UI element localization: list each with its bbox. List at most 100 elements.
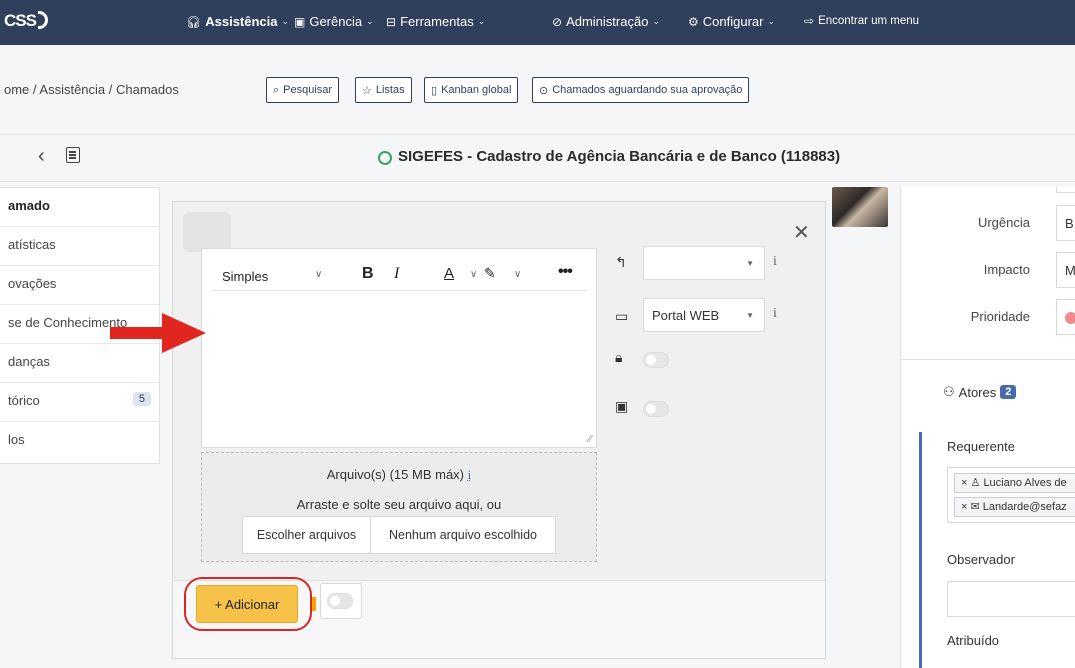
more-options-button[interactable]: ••• [558,263,573,281]
logo-arc-icon [38,11,48,29]
impact-label: Impacto [983,262,1030,277]
save-icon: ▣ [615,398,629,414]
user-icon: ♙ [970,477,981,489]
resize-handle-icon[interactable]: ⁄⁄ [589,434,592,445]
highlight-pen-icon[interactable]: ✎ [484,265,496,282]
requester-field[interactable]: × ♙ Luciano Alves de × ✉ Landarde@sefaz [947,467,1075,523]
caret-down-icon: ▼ [746,259,754,268]
bold-button[interactable]: B [362,265,374,283]
gear-icon: ⚙︎ [688,14,699,29]
breadcrumb-row: ome / Assistência / Chamados ⌕ Pesquisar… [0,77,1075,103]
tab-aprovacoes[interactable]: ovações [0,266,159,305]
request-source-select[interactable]: Portal WEB ▼ [643,298,765,332]
awaiting-approval-label: Chamados aguardando sua aprovação [552,84,743,96]
assigned-label: Atribuído [947,633,1000,648]
lists-button[interactable]: ☆ Listas [355,77,412,103]
chevron-left-icon[interactable]: ‹ [38,145,45,168]
format-style-select[interactable]: Simples [222,269,268,284]
chevron-down-icon: ⌄ [767,16,776,26]
rich-text-editor[interactable]: Simples ∨ B I A ∨ ✎ ∨ ••• ⁄⁄ [201,248,597,448]
add-options-toggle[interactable] [327,593,353,609]
add-options-toggle-box[interactable] [320,583,362,619]
envelope-icon: ✉ [970,501,980,513]
field-edge [1056,187,1075,193]
remove-icon[interactable]: × [961,501,967,513]
kanban-button[interactable]: ▯ Kanban global [424,77,519,103]
divider [901,359,1075,360]
tab-chamado[interactable]: amado [0,188,159,227]
impact-value: M [1065,263,1075,278]
info-icon[interactable]: i [773,306,777,322]
tab-label: amado [8,198,50,213]
users-icon: ⚇ [943,384,955,399]
request-source-value: Portal WEB [652,308,720,323]
impact-select[interactable]: M [1056,252,1075,288]
nav-administracao[interactable]: ⊘ Administração ⌄ [552,14,660,29]
file-input[interactable]: Escolher arquivos Nenhum arquivo escolhi… [242,516,556,554]
search-button[interactable]: ⌕ Pesquisar [266,77,340,103]
list-icon[interactable] [66,147,80,163]
tab-label: danças [8,354,50,369]
nav-configurar-label: Configurar [702,14,764,29]
observer-field[interactable] [947,581,1075,617]
drag-drop-hint: Arraste e solte seu arquivo aqui, ou [296,497,502,512]
awaiting-approval-button[interactable]: ⊙ Chamados aguardando sua aprovação [532,77,750,103]
nav-assistencia-label: Assistência [205,14,278,29]
chevron-down-icon[interactable]: ∨ [514,269,521,280]
upload-title: Arquivo(s) (15 MB máx) i [202,467,596,483]
clock-check-icon: ⊙ [539,84,549,97]
priority-label: Prioridade [970,309,1030,324]
nav-find-menu[interactable]: ⇨ Encontrar um menu [804,14,919,28]
font-color-button[interactable]: A [444,265,454,282]
priority-select[interactable] [1056,299,1075,335]
upload-title-text: Arquivo(s) (15 MB máx) [326,467,464,482]
choose-files-button[interactable]: Escolher arquivos [243,517,371,553]
nav-ferramentas[interactable]: ⊟ Ferramentas ⌄ [386,14,485,29]
followup-template-select[interactable]: ▼ [643,246,765,280]
timeline-panel: ✕ Simples ∨ B I A ∨ ✎ ∨ ••• ⁄⁄ ↰ ▼ i ▭ P… [160,187,900,662]
kanban-button-label: Kanban global [441,84,512,96]
no-file-chosen-label: Nenhum arquivo escolhido [388,528,537,542]
ticket-properties-panel: Urgência B Impacto M Prioridade ⚇ Atores… [900,187,1075,668]
chevron-down-icon: ⌄ [477,16,486,26]
app-logo[interactable]: CSS [0,5,50,37]
requester-user-name: Luciano Alves de [983,477,1067,489]
accent-line [919,432,922,668]
tab-todos[interactable]: los [0,422,159,461]
chevron-down-icon: ⌄ [366,16,374,26]
tab-estatisticas[interactable]: atísticas [0,227,159,266]
search-icon: ⌕ [273,83,280,96]
breadcrumb[interactable]: ome / Assistência / Chamados [4,82,179,97]
inbox-icon: ▭ [615,308,629,324]
chat-bubble-placeholder [183,212,231,252]
chevron-down-icon: ⌄ [281,16,290,26]
info-icon[interactable]: i [773,254,777,270]
tab-label: atísticas [8,237,56,252]
urgency-label: Urgência [977,215,1030,230]
info-icon[interactable]: i [468,467,472,482]
file-dropzone[interactable]: Arquivo(s) (15 MB máx) i Arraste e solte… [201,452,597,562]
requester-email-tag[interactable]: × ✉ Landarde@sefaz [954,497,1075,517]
save-toggle[interactable] [643,401,669,417]
requester-user-tag[interactable]: × ♙ Luciano Alves de [954,473,1075,493]
remove-icon[interactable]: × [961,477,967,489]
nav-assistencia[interactable]: 🎧︎ Assistência ⌄ [186,14,289,29]
actors-count-badge: 2 [1000,385,1017,399]
chevron-down-icon: ⌄ [652,16,660,26]
private-toggle[interactable] [643,352,669,368]
tab-label: ovações [8,276,57,291]
urgency-select[interactable]: B [1056,205,1075,241]
chevron-down-icon[interactable]: ∨ [470,269,477,280]
close-icon[interactable]: ✕ [793,220,810,245]
kanban-icon: ▯ [431,84,438,97]
caret-down-icon: ▼ [746,311,754,320]
search-button-label: Pesquisar [283,84,333,96]
nav-configurar[interactable]: ⚙︎ Configurar ⌄ [688,14,775,29]
urgency-value: B [1065,216,1074,231]
nav-gerencia[interactable]: ▣ Gerência ⌄ [294,14,374,29]
avatar [832,187,888,227]
pending-indicator [312,597,316,611]
chevron-down-icon[interactable]: ∨ [315,269,322,280]
tab-historico[interactable]: tórico 5 [0,383,159,422]
italic-button[interactable]: I [394,265,399,283]
